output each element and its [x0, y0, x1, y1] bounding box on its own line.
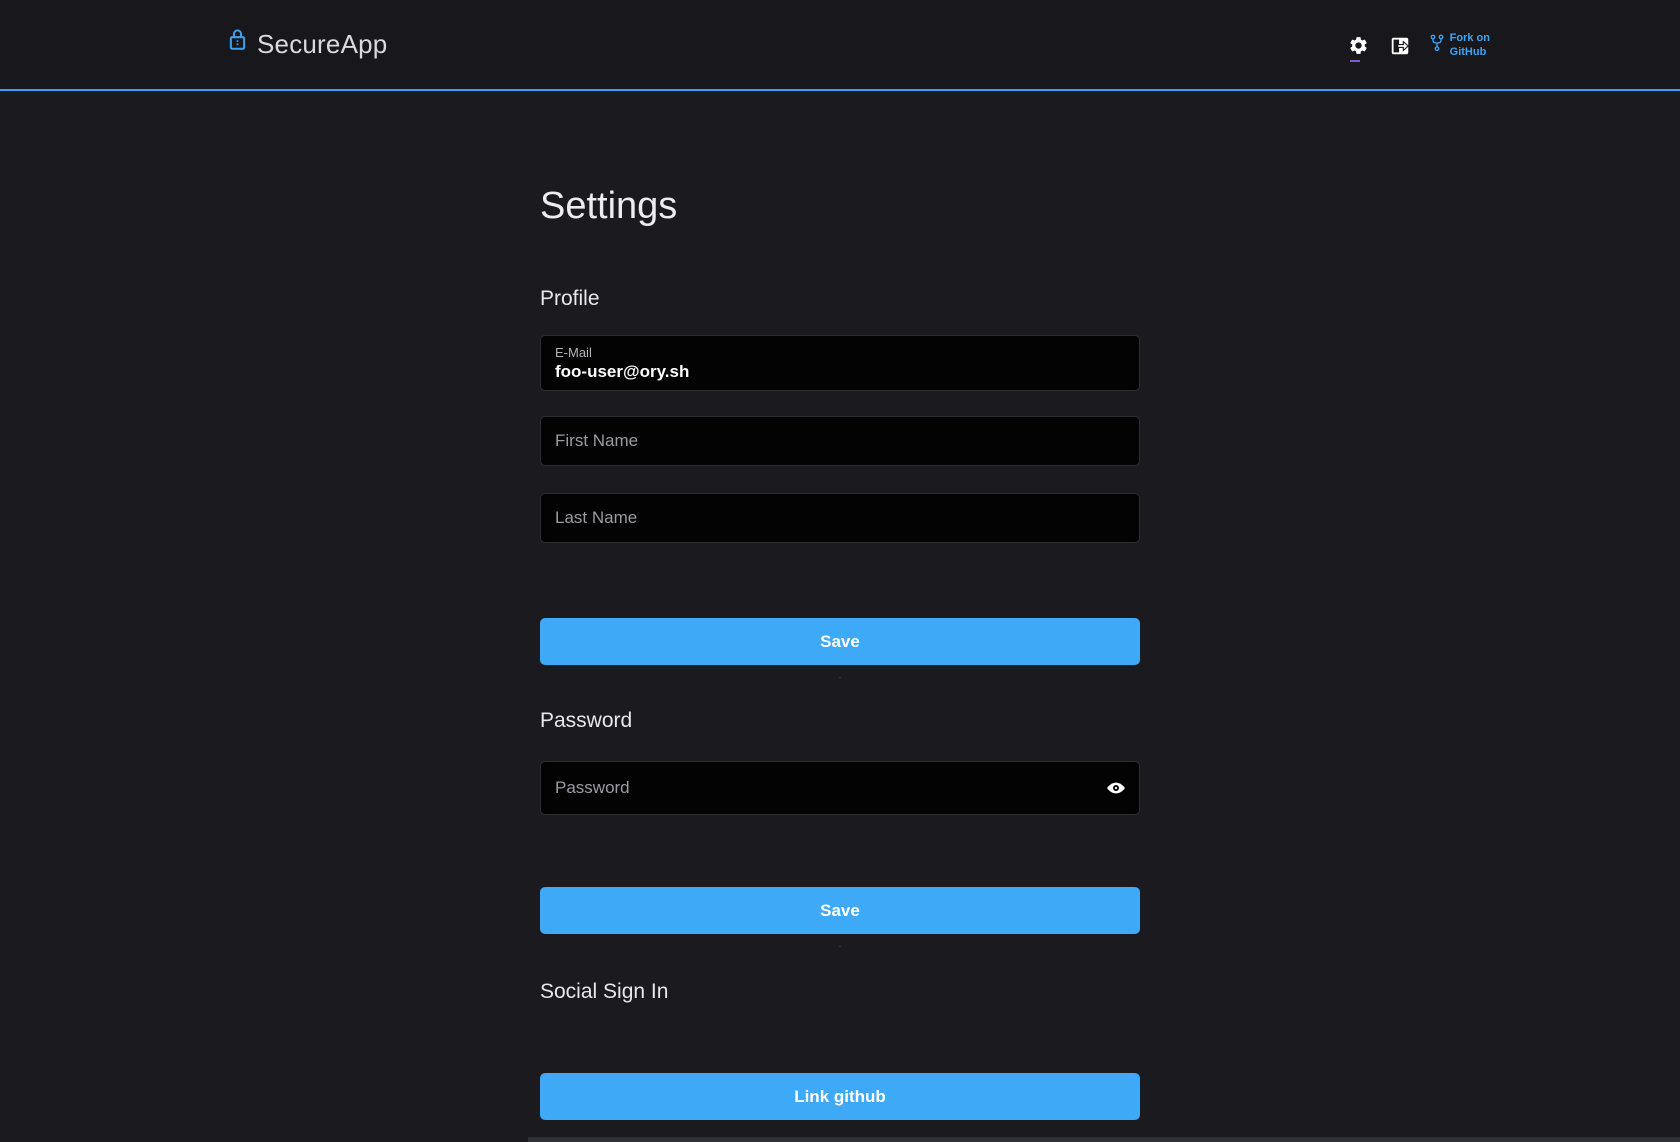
app-title: SecureApp: [257, 29, 387, 60]
header: SecureApp: [0, 0, 1680, 91]
social-sign-in-heading: Social Sign In: [540, 979, 1140, 1005]
lock-icon: [228, 28, 247, 51]
git-fork-icon: [1429, 33, 1445, 58]
brand[interactable]: SecureApp: [228, 29, 387, 60]
gear-underline-badge: [1350, 60, 1360, 62]
link-github-button[interactable]: Link github: [540, 1073, 1140, 1120]
eye-icon: [1106, 778, 1126, 798]
fork-on-github-link[interactable]: Fork on GitHub: [1429, 32, 1490, 60]
password-field-wrap: [540, 761, 1140, 815]
email-field-value: foo-user@ory.sh: [555, 361, 1125, 383]
profile-heading: Profile: [540, 286, 1140, 312]
toggle-password-visibility-button[interactable]: [1106, 778, 1126, 798]
email-field-label: E-Mail: [555, 344, 1125, 361]
header-actions: Fork on GitHub: [1346, 0, 1490, 91]
logout-door-icon: [1389, 35, 1411, 57]
password-save-button[interactable]: Save: [540, 887, 1140, 934]
last-name-input[interactable]: [540, 493, 1140, 543]
gear-icon: [1348, 35, 1369, 56]
fork-link-line1: Fork on: [1450, 32, 1490, 44]
password-heading: Password: [540, 708, 1140, 734]
email-field[interactable]: E-Mail foo-user@ory.sh: [540, 335, 1140, 391]
profile-save-button[interactable]: Save: [540, 618, 1140, 665]
page-title: Settings: [540, 183, 1140, 229]
first-name-input[interactable]: [540, 416, 1140, 466]
password-input[interactable]: [540, 761, 1140, 815]
settings-gear-button[interactable]: [1346, 33, 1371, 58]
fork-link-text: Fork on GitHub: [1450, 32, 1490, 60]
fork-link-line2: GitHub: [1450, 46, 1487, 58]
bottom-strip: [528, 1137, 1680, 1142]
password-save-dot: .: [540, 940, 1140, 949]
profile-save-dot: .: [540, 671, 1140, 680]
main-content: Settings Profile E-Mail foo-user@ory.sh …: [0, 91, 1680, 1120]
logout-button[interactable]: [1387, 33, 1413, 59]
app-root: SecureApp: [0, 0, 1680, 1120]
settings-form-column: Settings Profile E-Mail foo-user@ory.sh …: [540, 183, 1140, 1120]
